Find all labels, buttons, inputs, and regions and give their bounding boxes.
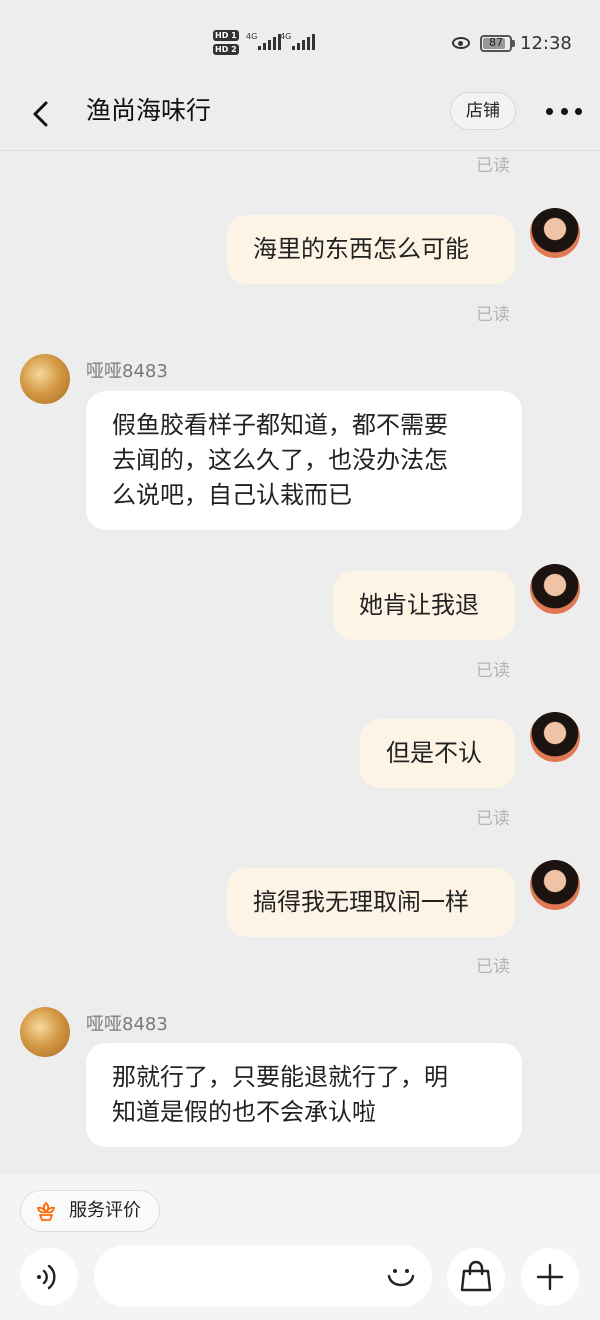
sim-indicator: HD 1 HD 2: [213, 30, 239, 58]
read-receipt: 已读: [476, 809, 510, 829]
my-message-bubble[interactable]: 搞得我无理取闹一样: [227, 868, 515, 937]
service-rating-button[interactable]: 服务评价: [20, 1190, 160, 1232]
signal-icon: 4G: [246, 32, 281, 50]
shop-message-bubble[interactable]: 那就行了，只要能退就行了，明 知道是假的也不会承认啦: [86, 1043, 522, 1147]
flower-icon: [36, 1201, 56, 1221]
shop-avatar[interactable]: [20, 354, 70, 404]
read-receipt: 已读: [476, 305, 510, 325]
sender-name: 哑哑8483: [86, 361, 168, 382]
read-receipt: 已读: [476, 661, 510, 681]
message-line: 假鱼胶看样子都知道，都不需要: [112, 411, 448, 439]
product-bag-button[interactable]: [447, 1248, 505, 1306]
clock: 12:38: [520, 33, 572, 54]
my-message-bubble[interactable]: 她肯让我退: [333, 571, 515, 640]
eye-icon: [452, 37, 470, 49]
read-receipt: 已读: [476, 156, 510, 176]
read-receipt: 已读: [476, 957, 510, 977]
my-avatar[interactable]: [530, 208, 580, 258]
chat-area[interactable]: 已读 海里的东西怎么可能 已读 哑哑8483 假鱼胶看样子都知道，都不需要 去闻…: [0, 151, 600, 1175]
message-line: 去闻的，这么久了，也没办法怎: [112, 446, 448, 474]
shop-message-bubble[interactable]: 假鱼胶看样子都知道，都不需要 去闻的，这么久了，也没办法怎 么说吧，自己认栽而已: [86, 391, 522, 530]
more-actions-button[interactable]: [521, 1248, 579, 1306]
shop-button[interactable]: 店铺: [450, 92, 516, 130]
sender-name: 哑哑8483: [86, 1014, 168, 1035]
service-rating-label: 服务评价: [69, 1200, 141, 1221]
my-avatar[interactable]: [530, 860, 580, 910]
emoji-icon[interactable]: [384, 1259, 418, 1293]
chat-header: 渔尚海味行 店铺: [0, 80, 600, 151]
battery-icon: 87: [480, 35, 512, 52]
battery-cap: [512, 40, 515, 47]
more-options-icon[interactable]: [546, 106, 582, 116]
shopping-bag-icon: [460, 1260, 492, 1292]
signal-icon-2: 4G: [280, 32, 315, 50]
page-title: 渔尚海味行: [86, 96, 212, 125]
my-avatar[interactable]: [530, 564, 580, 614]
my-message-bubble[interactable]: 海里的东西怎么可能: [227, 215, 515, 284]
voice-button[interactable]: [20, 1248, 78, 1306]
battery-level: 87: [489, 36, 503, 49]
back-arrow-icon[interactable]: [24, 96, 60, 132]
message-line: 那就行了，只要能退就行了，明: [112, 1063, 448, 1091]
message-input[interactable]: [94, 1245, 432, 1307]
plus-icon: [536, 1263, 564, 1291]
message-line: 知道是假的也不会承认啦: [112, 1098, 376, 1126]
message-line: 么说吧，自己认栽而已: [112, 481, 352, 509]
status-bar: HD 1 HD 2 4G 4G 87 12:38: [0, 0, 600, 80]
sim2-label: HD 2: [213, 44, 239, 55]
sim1-label: HD 1: [213, 30, 239, 41]
bottom-bar: 服务评价: [0, 1175, 600, 1320]
shop-avatar[interactable]: [20, 1007, 70, 1057]
voice-icon: [37, 1264, 56, 1290]
my-avatar[interactable]: [530, 712, 580, 762]
my-message-bubble[interactable]: 但是不认: [360, 719, 515, 788]
